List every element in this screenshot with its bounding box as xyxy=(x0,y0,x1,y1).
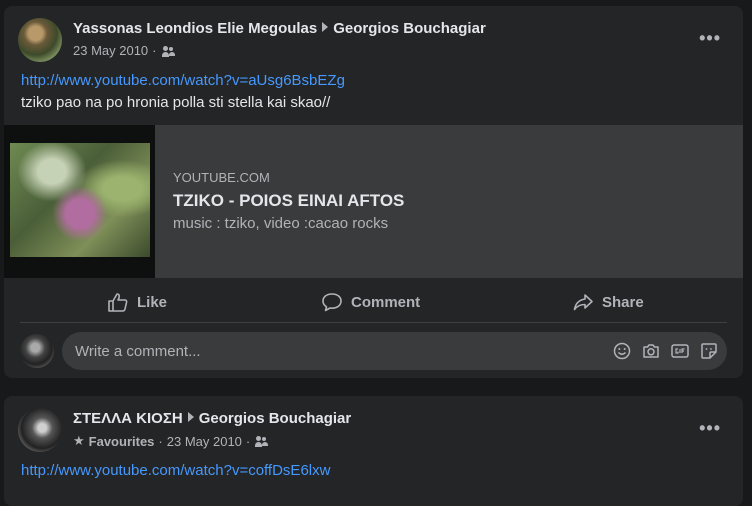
author-avatar[interactable] xyxy=(18,408,62,452)
preview-site: YOUTUBE.COM xyxy=(173,170,270,185)
post-meta: 23 May 2010 · xyxy=(73,43,176,58)
post-date[interactable]: 23 May 2010 xyxy=(73,43,148,58)
post-names: Yassonas Leondios Elie Megoulas Georgios … xyxy=(73,20,486,37)
like-label: Like xyxy=(137,293,168,311)
share-label: Share xyxy=(602,293,644,311)
post-card: Yassonas Leondios Elie Megoulas Georgios … xyxy=(4,6,743,378)
post-card: ΣΤΕΛΛΑ ΚΙΟΣΗ Georgios Bouchagiar ★ Favour… xyxy=(4,396,743,506)
preview-description: music : tziko, video :cacao rocks xyxy=(173,215,389,232)
camera-icon[interactable] xyxy=(641,341,661,361)
post-link[interactable]: http://www.youtube.com/watch?v=coffDsE6l… xyxy=(21,462,330,479)
arrow-right-icon xyxy=(187,412,194,422)
preview-thumbnail-frame xyxy=(4,125,155,278)
comment-tools xyxy=(612,341,719,361)
post-meta: ★ Favourites · 23 May 2010 · xyxy=(73,433,269,449)
audience-friends-icon[interactable] xyxy=(255,435,269,447)
preview-thumbnail xyxy=(10,143,150,257)
meta-separator: · xyxy=(152,43,157,58)
comment-composer: Write a comment... xyxy=(20,332,727,370)
thumbs-up-icon xyxy=(108,293,128,312)
arrow-right-icon xyxy=(322,22,329,32)
comment-placeholder: Write a comment... xyxy=(75,342,201,360)
author-name[interactable]: ΣΤΕΛΛΑ ΚΙΟΣΗ xyxy=(73,410,183,427)
sticker-icon[interactable] xyxy=(699,341,719,361)
post-header: ΣΤΕΛΛΑ ΚΙΟΣΗ Georgios Bouchagiar ★ Favour… xyxy=(18,408,718,452)
link-preview[interactable]: YOUTUBE.COM TZIKO - POIOS EINAI AFTOS mu… xyxy=(4,125,743,278)
target-name[interactable]: Georgios Bouchagiar xyxy=(333,20,486,37)
target-name[interactable]: Georgios Bouchagiar xyxy=(199,410,352,427)
more-options-icon[interactable]: ••• xyxy=(699,28,721,49)
favourites-label[interactable]: Favourites xyxy=(89,434,155,449)
share-arrow-icon xyxy=(573,294,593,311)
author-name[interactable]: Yassonas Leondios Elie Megoulas xyxy=(73,20,317,37)
preview-title: TZIKO - POIOS EINAI AFTOS xyxy=(173,191,405,210)
more-options-icon[interactable]: ••• xyxy=(699,418,721,439)
post-date[interactable]: 23 May 2010 xyxy=(167,434,242,449)
comment-button[interactable]: Comment xyxy=(321,286,420,318)
comment-input[interactable]: Write a comment... xyxy=(62,332,727,370)
comment-label: Comment xyxy=(351,293,421,311)
like-button[interactable]: Like xyxy=(107,286,167,318)
post-header: Yassonas Leondios Elie Megoulas Georgios … xyxy=(18,18,718,62)
share-button[interactable]: Share xyxy=(572,286,644,318)
meta-separator: · xyxy=(245,433,251,449)
gif-icon[interactable] xyxy=(670,341,690,361)
post-names: ΣΤΕΛΛΑ ΚΙΟΣΗ Georgios Bouchagiar xyxy=(73,410,351,427)
post-link[interactable]: http://www.youtube.com/watch?v=aUsg6BsbE… xyxy=(21,72,345,89)
post-actions: Like Comment Share xyxy=(4,286,743,318)
current-user-avatar[interactable] xyxy=(20,334,54,368)
divider xyxy=(20,322,727,323)
star-icon: ★ xyxy=(73,433,85,448)
meta-separator: · xyxy=(158,433,163,449)
author-avatar[interactable] xyxy=(18,18,62,62)
emoji-icon[interactable] xyxy=(612,341,632,361)
speech-bubble-icon xyxy=(322,293,342,312)
audience-friends-icon[interactable] xyxy=(161,45,176,57)
post-text: tziko pao na po hronia polla sti stella … xyxy=(21,94,331,111)
